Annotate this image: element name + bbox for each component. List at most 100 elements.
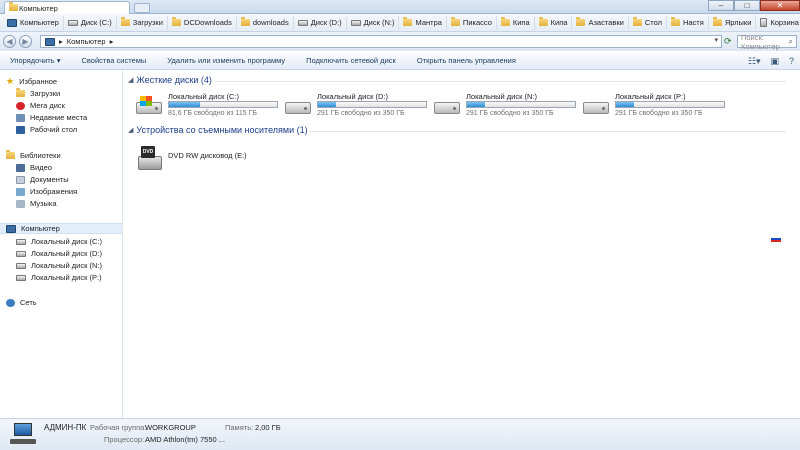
nav-item-drive-c[interactable]: Локальный диск (C:): [16, 236, 132, 247]
nav-item-music[interactable]: Музыка: [16, 198, 132, 209]
recent-places-icon: [16, 113, 25, 122]
nav-item-label: Рабочий стол: [30, 125, 78, 134]
drive-c-item[interactable]: Локальный диск (C:) 81,6 ГБ свободно из …: [134, 92, 282, 122]
refresh-icon[interactable]: ⟳: [724, 36, 732, 47]
close-button[interactable]: ✕: [760, 0, 800, 11]
nav-item-recent[interactable]: Недавние места: [16, 112, 132, 123]
favorite-item[interactable]: Диск (D:): [292, 15, 346, 30]
nav-item-video[interactable]: Видео: [16, 162, 132, 173]
address-path[interactable]: Компьютер: [67, 37, 106, 46]
help-icon[interactable]: ?: [789, 56, 794, 67]
favorite-item[interactable]: DCDownloads: [166, 15, 236, 30]
favorite-label: DCDownloads: [183, 18, 232, 27]
nav-item-drive-d[interactable]: Локальный диск (D:): [16, 248, 132, 259]
group-removable[interactable]: ◢ Устройства со съемными носителями (1): [128, 125, 308, 135]
uninstall-program-button[interactable]: Удалить или изменить программу: [167, 56, 285, 65]
memory-value: 2,00 ГБ: [255, 423, 281, 432]
computer-icon: [6, 224, 16, 233]
group-hard-disks[interactable]: ◢ Жесткие диски (4): [128, 75, 212, 85]
address-box[interactable]: ▸ Компьютер ▸ ▾: [40, 35, 722, 48]
favorite-label: Ярлыки: [724, 18, 752, 27]
tab-computer[interactable]: Компьютер: [4, 1, 130, 14]
folder-icon: [712, 17, 722, 26]
favorite-label: Диск (D:): [310, 18, 342, 27]
drive-icon: [67, 19, 78, 26]
folder-icon: [576, 17, 586, 26]
mega-icon: [16, 101, 25, 110]
drive-name: DVD RW дисковод (E:): [168, 151, 247, 160]
forward-arrow-icon: ▶: [22, 37, 29, 46]
nav-item-drive-n[interactable]: Локальный диск (N:): [16, 260, 132, 271]
drive-usage-bar: [615, 101, 725, 108]
favorite-item[interactable]: Пикассо: [445, 15, 496, 30]
nav-item-label: Локальный диск (N:): [31, 261, 102, 270]
drive-free-space: 81,6 ГБ свободно из 115 ГБ: [168, 110, 258, 117]
nav-item-pictures[interactable]: Изображения: [16, 186, 132, 197]
system-properties-button[interactable]: Свойства системы: [81, 56, 146, 65]
favorite-label: Загрузки: [132, 18, 163, 27]
network-icon: [6, 298, 15, 307]
computer-icon: [10, 423, 36, 447]
preview-pane-icon[interactable]: ▣: [770, 56, 779, 67]
tab-title: Компьютер: [19, 3, 58, 13]
favorite-item[interactable]: Корзина: [755, 15, 800, 30]
collapse-triangle-icon[interactable]: ◢: [128, 126, 133, 134]
group-title: Жесткие диски (4): [136, 75, 212, 85]
address-bar-row: ◀ ▶ ▸ Компьютер ▸ ▾ ⟳ Поиск: Компьютер ⌕: [0, 32, 800, 51]
view-options-icon[interactable]: ☷▾: [748, 56, 761, 67]
favorite-item[interactable]: downloads: [235, 15, 293, 30]
documents-library-icon: [16, 175, 25, 184]
nav-computer[interactable]: Компьютер: [0, 223, 122, 234]
drive-n-item[interactable]: Локальный диск (N:) 291 ГБ свободно из 3…: [432, 92, 580, 122]
nav-item-label: Локальный диск (P:): [31, 273, 102, 282]
drive-p-item[interactable]: Локальный диск (P:) 291 ГБ свободно из 3…: [581, 92, 729, 122]
favorite-item[interactable]: Кипа: [495, 15, 534, 30]
dvd-drive-item[interactable]: DVD DVD RW дисковод (E:): [134, 144, 282, 174]
favorite-label: Кипа: [512, 18, 530, 27]
nav-favorites[interactable]: ★ Избранное: [6, 76, 122, 87]
favorite-item[interactable]: Загрузки: [115, 15, 167, 30]
language-flag-icon[interactable]: [771, 236, 781, 242]
favorite-item[interactable]: Кипа: [533, 15, 572, 30]
nav-item-mega[interactable]: Мега диск: [16, 100, 132, 111]
folder-icon: [240, 17, 250, 26]
favorite-item[interactable]: Мантра: [398, 15, 445, 30]
forward-button[interactable]: ▶: [19, 35, 32, 48]
drive-d-item[interactable]: Локальный диск (D:) 291 ГБ свободно из 3…: [283, 92, 431, 122]
favorite-item[interactable]: Стол: [627, 15, 666, 30]
favorite-item[interactable]: Азаставки: [571, 15, 627, 30]
favorite-item[interactable]: Ярлыки: [707, 15, 756, 30]
favorite-item[interactable]: Настя: [665, 15, 708, 30]
nav-item-documents[interactable]: Документы: [16, 174, 132, 185]
address-dropdown-icon[interactable]: ▾: [714, 36, 718, 44]
pictures-library-icon: [16, 187, 25, 196]
new-tab-button[interactable]: [134, 3, 150, 13]
favorite-item[interactable]: Диск (C:): [62, 15, 116, 30]
map-network-drive-button[interactable]: Подключить сетевой диск: [306, 56, 396, 65]
back-button[interactable]: ◀: [3, 35, 16, 48]
drive-free-space: 291 ГБ свободно из 350 ГБ: [615, 110, 703, 117]
minimize-button[interactable]: –: [708, 0, 734, 11]
collapse-triangle-icon[interactable]: ◢: [128, 76, 133, 84]
nav-item-drive-p[interactable]: Локальный диск (P:): [16, 272, 132, 283]
search-icon[interactable]: ⌕: [789, 37, 793, 47]
nav-libraries[interactable]: Библиотеки: [6, 150, 122, 161]
favorite-item[interactable]: Компьютер: [3, 16, 63, 30]
music-library-icon: [16, 199, 25, 208]
hdd-icon: [583, 102, 609, 114]
open-control-panel-button[interactable]: Открыть панель управления: [417, 56, 516, 65]
drive-usage-bar: [168, 101, 278, 108]
drive-name: Локальный диск (C:): [168, 92, 239, 101]
nav-item-desktop[interactable]: Рабочий стол: [16, 124, 132, 135]
search-input[interactable]: Поиск: Компьютер ⌕: [737, 33, 797, 51]
organize-button[interactable]: Упорядочить ▾: [10, 56, 60, 65]
nav-network[interactable]: Сеть: [6, 297, 122, 308]
command-bar: Упорядочить ▾ Свойства системы Удалить и…: [0, 51, 800, 70]
nav-item-downloads[interactable]: Загрузки: [16, 88, 132, 99]
favorite-label: Компьютер: [20, 18, 59, 27]
folder-icon: [171, 17, 181, 26]
maximize-button[interactable]: □: [734, 0, 760, 11]
drive-icon: [16, 250, 26, 257]
favorite-label: Диск (C:): [80, 18, 112, 27]
favorite-item[interactable]: Диск (N:): [345, 15, 399, 30]
